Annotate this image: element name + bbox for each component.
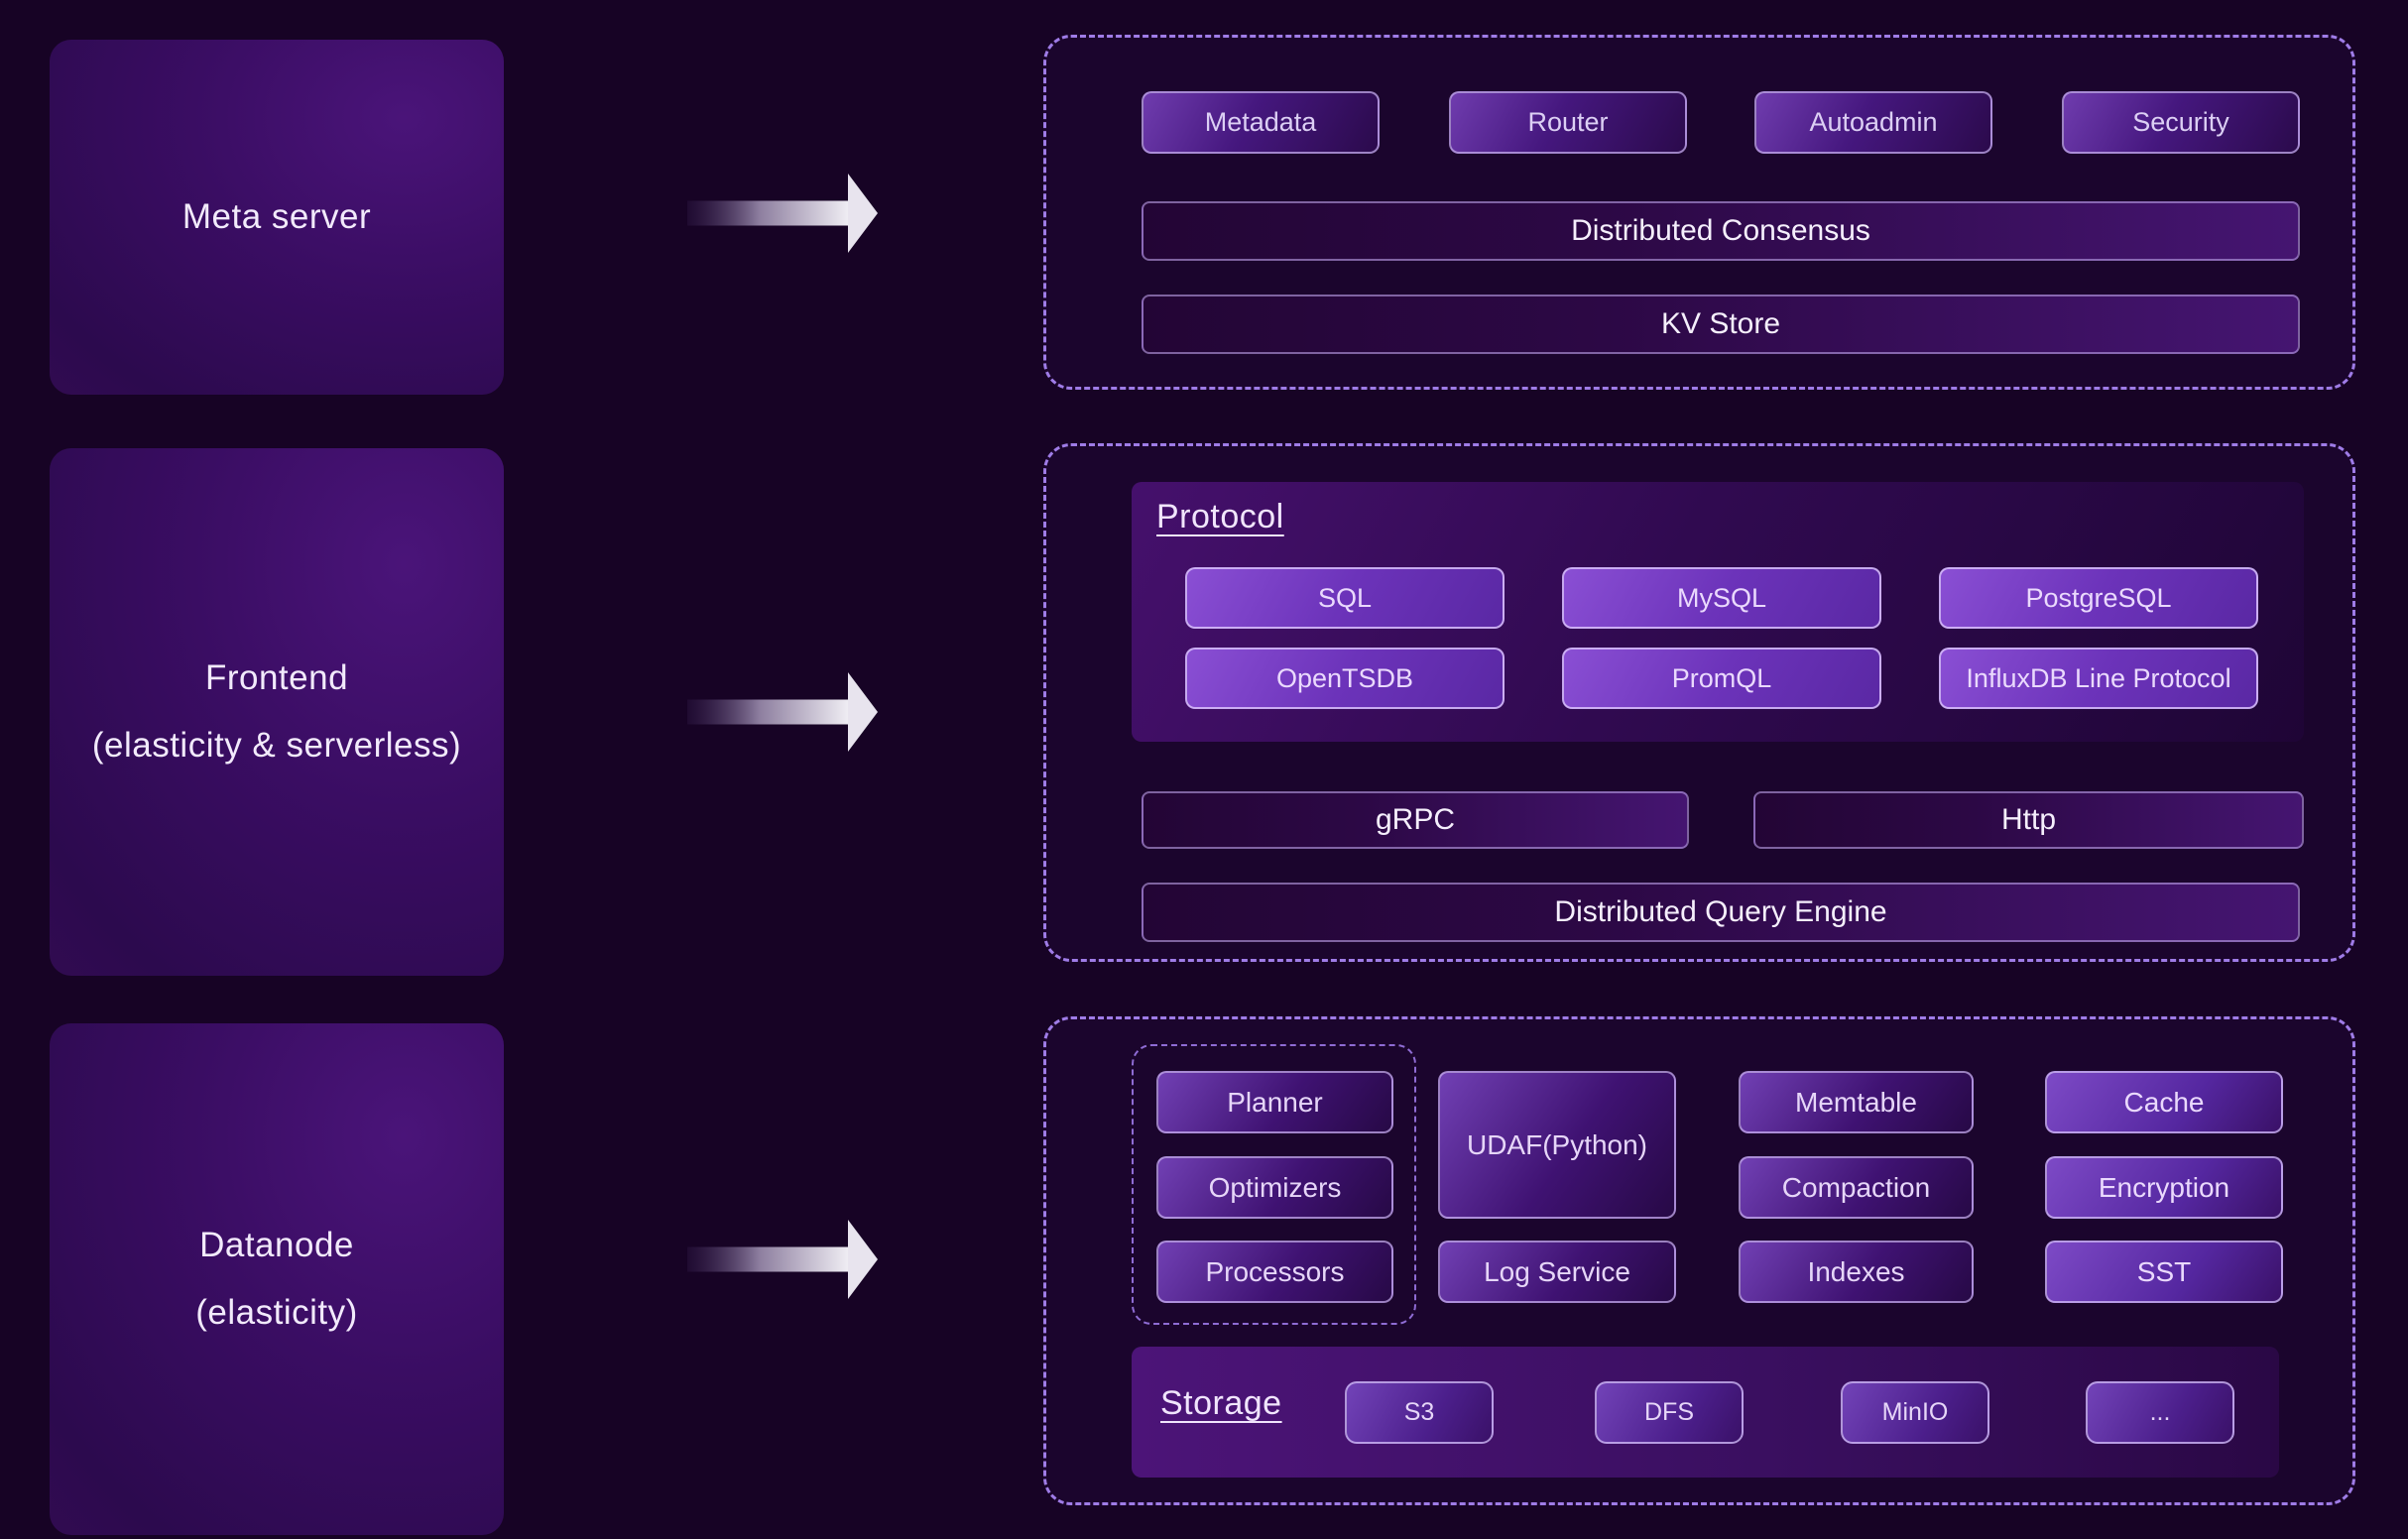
- chip-udaf-python: UDAF(Python): [1438, 1071, 1676, 1219]
- storage-section-label: Storage: [1160, 1384, 1282, 1423]
- architecture-diagram-page: { "left_boxes": [ {"line1": "Meta server…: [0, 0, 2408, 1539]
- arrow-right-icon: [687, 672, 878, 752]
- chip-opentsdb: OpenTSDB: [1185, 648, 1505, 709]
- chip-cache: Cache: [2045, 1071, 2283, 1133]
- datanode-box: Datanode (elasticity): [50, 1023, 504, 1535]
- chip-indexes: Indexes: [1739, 1241, 1974, 1303]
- bar-distributed-consensus: Distributed Consensus: [1142, 201, 2300, 261]
- chip-ellipsis: ...: [2086, 1381, 2234, 1444]
- protocol-section-label: Protocol: [1156, 498, 1284, 536]
- chip-s3: S3: [1345, 1381, 1494, 1444]
- frontend-container: Protocol SQL MySQL PostgreSQL OpenTSDB P…: [1043, 443, 2355, 962]
- chip-promql: PromQL: [1562, 648, 1881, 709]
- chip-metadata: Metadata: [1142, 91, 1380, 154]
- chip-sst: SST: [2045, 1241, 2283, 1303]
- datanode-label-line1: Datanode: [199, 1226, 354, 1265]
- chip-sql: SQL: [1185, 567, 1505, 629]
- arrow-right-icon: [687, 174, 878, 253]
- chip-encryption: Encryption: [2045, 1156, 2283, 1219]
- bar-http: Http: [1753, 791, 2304, 849]
- chip-postgresql: PostgreSQL: [1939, 567, 2258, 629]
- chip-minio: MinIO: [1841, 1381, 1989, 1444]
- meta-server-container: Metadata Router Autoadmin Security Distr…: [1043, 35, 2355, 390]
- meta-server-label: Meta server: [182, 197, 371, 237]
- datanode-label-line2: (elasticity): [195, 1293, 358, 1333]
- chip-security: Security: [2062, 91, 2300, 154]
- chip-memtable: Memtable: [1739, 1071, 1974, 1133]
- chip-log-service: Log Service: [1438, 1241, 1676, 1303]
- chip-dfs: DFS: [1595, 1381, 1744, 1444]
- datanode-container: Planner Optimizers Processors UDAF(Pytho…: [1043, 1016, 2355, 1505]
- chip-compaction: Compaction: [1739, 1156, 1974, 1219]
- frontend-label-line2: (elasticity & serverless): [92, 726, 461, 766]
- chip-optimizers: Optimizers: [1156, 1156, 1393, 1219]
- chip-autoadmin: Autoadmin: [1754, 91, 1992, 154]
- frontend-box: Frontend (elasticity & serverless): [50, 448, 504, 976]
- chip-mysql: MySQL: [1562, 567, 1881, 629]
- chip-influxdb-line-protocol: InfluxDB Line Protocol: [1939, 648, 2258, 709]
- chip-planner: Planner: [1156, 1071, 1393, 1133]
- bar-kv-store: KV Store: [1142, 295, 2300, 354]
- bar-grpc: gRPC: [1142, 791, 1689, 849]
- meta-server-box: Meta server: [50, 40, 504, 395]
- arrow-right-icon: [687, 1220, 878, 1299]
- chip-processors: Processors: [1156, 1241, 1393, 1303]
- bar-distributed-query-engine: Distributed Query Engine: [1142, 883, 2300, 942]
- chip-router: Router: [1449, 91, 1687, 154]
- frontend-label-line1: Frontend: [205, 658, 348, 698]
